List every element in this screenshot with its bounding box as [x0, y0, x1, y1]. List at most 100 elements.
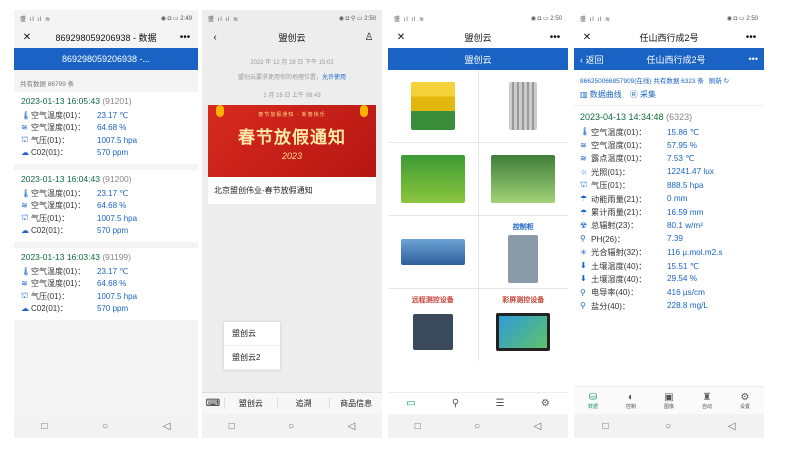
pressure-icon: ⛫	[21, 291, 29, 301]
sensor-row: ☂ 累计雨量(21)： 16.59 mm	[580, 205, 758, 218]
back-icon[interactable]: ◁	[348, 421, 356, 432]
sensor-label: 空气湿度(01)：	[31, 201, 86, 211]
bottom-tab-bar: ⛁ 数据 ◐ 控制 ▣ 图像 ♜ 自动 ⚙ 设置	[574, 386, 764, 414]
product-grid: 控制柜 远程测控设备 彩屏测控设备	[388, 70, 568, 361]
status-bar: 盛 ıl ıl ≋ ◉ ◘ ▭ 2:50	[388, 10, 568, 26]
menu-item[interactable]: 盟创云	[224, 398, 277, 409]
sensor-label: 空气温度(01)：	[31, 266, 86, 276]
menu-item[interactable]: 商品信息	[329, 398, 382, 409]
home-icon[interactable]: ○	[102, 421, 108, 432]
sensor-label: 电导率(40)：	[591, 288, 639, 298]
sensor-label: 土壤温度(40)：	[591, 261, 647, 271]
tab-auto-label: 自动	[701, 403, 712, 410]
sun-icon: ☼	[580, 167, 588, 177]
recent-apps-icon[interactable]: □	[229, 421, 235, 432]
more-icon[interactable]: •••	[744, 32, 758, 43]
tab-settings[interactable]: ⚙ 设置	[740, 392, 750, 410]
tab-auto[interactable]: ♜ 自动	[702, 392, 712, 410]
product-cell[interactable]	[478, 70, 568, 142]
product-cell[interactable]: 远程测控设备	[388, 289, 478, 361]
back-button[interactable]: ‹ 返回	[580, 53, 604, 66]
back-arrow-icon[interactable]: ‹	[208, 32, 222, 43]
tab-data[interactable]: ⛁ 数据	[588, 392, 598, 410]
sensor-row: ☂ 动能雨量(21)： 0 mm	[580, 192, 758, 205]
recent-apps-icon[interactable]: □	[415, 421, 421, 432]
phone-screen-station: 盛 ıl ıl ≋ ◉ ◘ ▭ 2:50 ✕ 任山西行成2号 ••• ‹ 返回 …	[574, 10, 764, 438]
system-nav-bar: □ ○ ◁	[202, 414, 382, 438]
person-icon: ⚲	[580, 301, 586, 311]
more-icon[interactable]: •••	[548, 32, 562, 43]
product-cell[interactable]	[388, 216, 478, 288]
product-cell[interactable]	[478, 143, 568, 215]
header-title: 盟创云	[464, 54, 492, 65]
back-icon[interactable]: ◁	[163, 421, 171, 432]
device-tab[interactable]: 869298059206938 -...	[14, 48, 198, 70]
image-icon: ▣	[664, 391, 674, 403]
tab-collect[interactable]: Ⓡ 采集	[630, 89, 656, 100]
latest-record: 2023-04-13 14:34:48 (6323) 🌡 空气温度(01)： 15.…	[574, 106, 764, 318]
control-cabinet-image	[508, 235, 539, 283]
more-icon[interactable]: •••	[178, 32, 192, 43]
tab-data-curve-label: 数据曲线	[589, 90, 622, 99]
home-icon[interactable]: ○	[474, 421, 480, 432]
close-icon[interactable]: ✕	[20, 32, 34, 43]
product-cell[interactable]	[388, 70, 478, 142]
gateway-device-image	[400, 239, 465, 265]
record-timestamp: 2023-04-13 14:34:48	[580, 112, 664, 122]
radiation-icon: ☢	[580, 220, 588, 230]
record-list: 2023-01-13 16:05:43 (91201) 🌡 空气温度(01)： 23.…	[14, 92, 198, 320]
user-icon[interactable]: ♙	[362, 32, 376, 43]
popup-item[interactable]: 盟创云	[224, 322, 280, 346]
sensor-value: 570 ppm	[97, 304, 129, 314]
sensor-value: 64.68 %	[97, 279, 127, 289]
sensor-label: C02(01)：	[31, 148, 68, 158]
message-timestamp: 1 月 16 日 上午 08:43	[263, 93, 321, 99]
tab-image[interactable]: ▣ 图像	[664, 392, 674, 410]
battery-time-status: ◉ ◘ ▭ 2:49	[160, 15, 192, 22]
field-device-image	[491, 155, 556, 203]
article-card[interactable]: 春节放假通知 · 新春快乐 春节放假通知 2023 北京盟创伟业-春节放假通知	[208, 105, 376, 204]
gear-icon[interactable]: ⚙	[541, 398, 550, 409]
product-cell[interactable]: 控制柜	[478, 216, 568, 288]
keyboard-icon[interactable]: ⌨	[202, 398, 224, 409]
tab-control[interactable]: ◐ 控制	[626, 392, 636, 410]
product-cell[interactable]: 彩屏测控设备	[478, 289, 568, 361]
close-icon[interactable]: ✕	[580, 32, 594, 43]
popup-item[interactable]: 盟创云2	[224, 346, 280, 370]
sensor-label: 气压(01)：	[31, 213, 70, 223]
sensor-label: 空气温度(01)：	[31, 110, 86, 120]
sensor-label: C02(01)：	[31, 304, 68, 314]
product-label: 远程测控设备	[411, 297, 454, 304]
sensor-value: 228.8 mg/L	[667, 301, 708, 311]
home-icon[interactable]: ○	[665, 421, 671, 432]
back-icon[interactable]: ◁	[728, 421, 736, 432]
recent-apps-icon[interactable]: □	[41, 421, 47, 432]
data-record: 2023-01-13 16:04:43 (91200) 🌡 空气温度(01)： 23.…	[14, 170, 198, 242]
status-bar: 盛 ıl ıl ≋ ◉ ◘ ⚲ ▭ 2:50	[202, 10, 382, 26]
sensor-value: 57.95 %	[667, 140, 698, 150]
allow-location-link[interactable]: 允许使用	[322, 75, 346, 81]
menu-item[interactable]: 追溯	[276, 398, 330, 409]
recent-apps-icon[interactable]: □	[602, 421, 608, 432]
record-timestamp: 2023-01-13 16:03:43	[21, 252, 100, 262]
product-cell[interactable]	[388, 143, 478, 215]
sensor-label: 空气温度(01)：	[591, 127, 647, 137]
phone-screen-chat: 盛 ıl ıl ≋ ◉ ◘ ⚲ ▭ 2:50 ‹ 盟创云 ♙ 2022 年 12…	[202, 10, 382, 438]
sensor-value: 29.54 %	[667, 274, 698, 284]
sensor-row: ☁ C02(01)： 570 ppm	[21, 225, 191, 238]
tab-data-curve[interactable]: ▥ 数据曲线	[580, 89, 622, 100]
refresh-button[interactable]: 刷新 ↻	[709, 78, 729, 85]
sensor-row: ⛫ 气压(01)： 1007.5 hpa	[21, 290, 191, 303]
location-pin-icon[interactable]: ⚲	[452, 398, 459, 409]
close-icon[interactable]: ✕	[394, 32, 408, 43]
more-icon[interactable]: •••	[749, 54, 758, 64]
list-icon[interactable]: ☰	[496, 398, 505, 409]
monitor-icon[interactable]: ▭	[406, 398, 415, 409]
back-icon[interactable]: ◁	[534, 421, 542, 432]
record-timestamp: 2023-01-13 16:05:43	[21, 96, 100, 106]
home-icon[interactable]: ○	[288, 421, 294, 432]
battery-time-status: ◉ ◘ ▭ 2:50	[530, 15, 562, 22]
sensor-label: 气压(01)：	[31, 135, 70, 145]
sensor-value: 12241.47 lux	[667, 167, 714, 177]
sensor-row: ⛫ 气压(01)： 888.5 hpa	[580, 179, 758, 192]
